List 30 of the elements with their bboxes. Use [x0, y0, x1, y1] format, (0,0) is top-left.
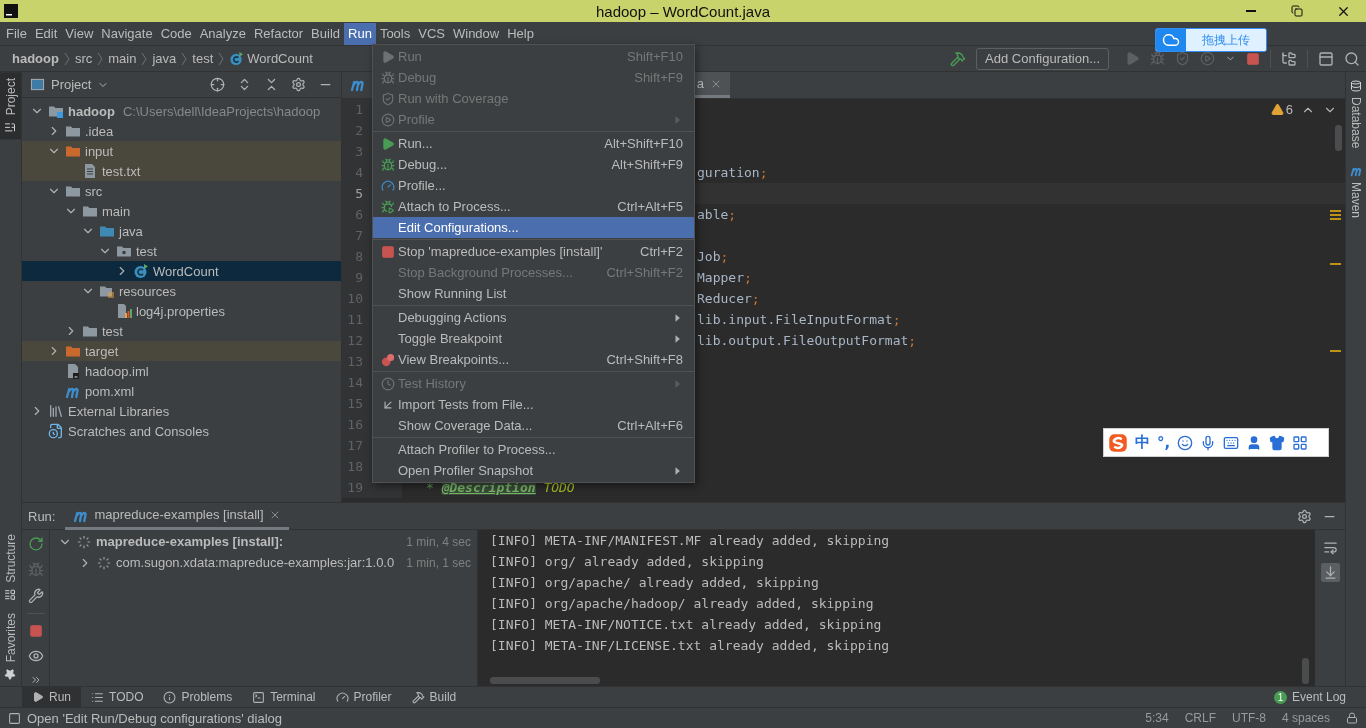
shortcut-label: Ctrl+Shift+F8 — [606, 352, 683, 367]
console-line: [INFO] org/apache/ already added, skipping — [490, 574, 820, 592]
shortcut-label: Alt+Shift+F10 — [604, 136, 683, 151]
code-text: lib.output.FileOutputFormat; — [697, 333, 917, 348]
console-line: [INFO] META-INF/NOTICE.txt already added, skipping — [490, 616, 883, 634]
shortcut-label: Shift+F9 — [634, 70, 683, 85]
panel-title: Run: — [28, 508, 56, 524]
console-line: [INFO] META-INF/MANIFEST.MF already added, skipping — [490, 532, 891, 550]
shortcut-label: Alt+Shift+F9 — [611, 157, 683, 172]
line-number: 5 — [354, 186, 363, 201]
status-message: Open 'Edit Run/Debug configurations' dialog — [27, 710, 283, 726]
window-title: hadoop – WordCount.java — [595, 2, 771, 20]
console-line: [INFO] org/ already added, skipping — [490, 553, 765, 571]
code-text: able; — [697, 207, 737, 222]
duration-text: 1 min, 4 sec — [406, 534, 471, 549]
shortcut-label: Ctrl+Alt+F5 — [617, 199, 683, 214]
console-line: [INFO] org/apache/hadoop/ already added, skipping — [490, 595, 875, 613]
code-text: guration; — [697, 165, 768, 180]
shortcut-label: Ctrl+F2 — [640, 244, 683, 259]
code-text: Job; — [697, 249, 729, 264]
code-text: lib.input.FileInputFormat; — [697, 312, 901, 327]
code-text: Mapper; — [697, 270, 752, 285]
shortcut-label: Shift+F10 — [627, 49, 683, 64]
duration-text: 1 min, 1 sec — [406, 555, 471, 570]
shortcut-label: Ctrl+Alt+F6 — [617, 418, 683, 433]
code-text: Reducer; — [697, 291, 760, 306]
console-line: [INFO] META-INF/LICENSE.txt already added, skipping — [490, 637, 891, 655]
notification-badge: 1 — [1273, 690, 1287, 704]
shortcut-label: Ctrl+Shift+F2 — [606, 265, 683, 280]
path-text: C:\Users\dell\IdeaProjects\hadoop — [122, 103, 321, 119]
